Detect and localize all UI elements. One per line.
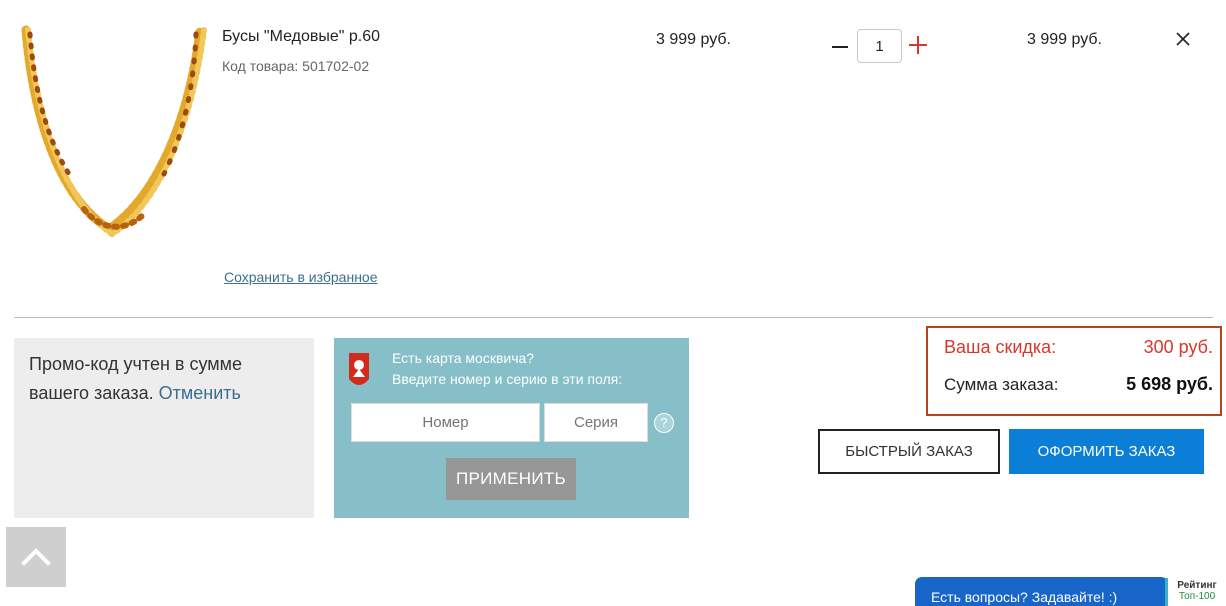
scroll-to-top-button[interactable] bbox=[6, 527, 66, 587]
order-summary: Ваша скидка: 300 руб. Сумма заказа: 5 69… bbox=[926, 326, 1222, 416]
divider bbox=[14, 317, 1213, 318]
remove-item-button[interactable] bbox=[1174, 30, 1192, 48]
close-icon bbox=[1176, 32, 1190, 46]
product-title[interactable]: Бусы "Медовые" р.60 bbox=[222, 28, 380, 46]
unit-price: 3 999 руб. bbox=[656, 31, 731, 48]
order-total-label: Сумма заказа: bbox=[944, 375, 1059, 394]
chevron-up-icon bbox=[21, 548, 51, 566]
rating-badge[interactable]: Рейтинг Топ-100 bbox=[1165, 578, 1226, 606]
moscow-card-instructions: Есть карта москвича? Введите номер и сер… bbox=[392, 348, 622, 390]
quantity-input[interactable] bbox=[857, 29, 902, 63]
product-code: Код товара: 501702-02 bbox=[222, 58, 370, 74]
line-total: 3 999 руб. bbox=[1027, 31, 1102, 48]
promo-cancel-link[interactable]: Отменить bbox=[159, 383, 241, 403]
help-icon[interactable]: ? bbox=[654, 413, 674, 433]
quantity-increase-button[interactable] bbox=[909, 36, 927, 54]
save-to-favorites-link[interactable]: Сохранить в избранное bbox=[224, 269, 378, 285]
rating-badge-subtitle: Топ-100 bbox=[1178, 591, 1216, 602]
moscow-card-panel: Есть карта москвича? Введите номер и сер… bbox=[334, 338, 689, 518]
card-number-input[interactable] bbox=[351, 403, 540, 442]
moscow-card-question: Есть карта москвича? bbox=[392, 350, 535, 366]
promo-code-panel: Промо-код учтен в сумме вашего заказа. О… bbox=[14, 338, 314, 518]
discount-label: Ваша скидка: bbox=[944, 337, 1057, 357]
quick-order-button[interactable]: БЫСТРЫЙ ЗАКАЗ bbox=[818, 429, 1000, 474]
moscow-emblem-icon bbox=[348, 351, 370, 391]
product-image[interactable] bbox=[14, 24, 214, 252]
checkout-button[interactable]: ОФОРМИТЬ ЗАКАЗ bbox=[1009, 429, 1204, 474]
moscow-card-hint: Введите номер и серию в эти поля: bbox=[392, 371, 623, 387]
chat-widget-button[interactable]: Есть вопросы? Задавайте! :) bbox=[915, 577, 1168, 606]
apply-card-button[interactable]: ПРИМЕНИТЬ bbox=[446, 458, 576, 500]
quantity-decrease-button[interactable] bbox=[832, 34, 848, 58]
order-total-value: 5 698 руб. bbox=[1126, 374, 1213, 394]
card-series-input[interactable] bbox=[544, 403, 648, 442]
rating-badge-title: Рейтинг bbox=[1177, 580, 1217, 591]
discount-value: 300 руб. bbox=[1143, 337, 1213, 357]
